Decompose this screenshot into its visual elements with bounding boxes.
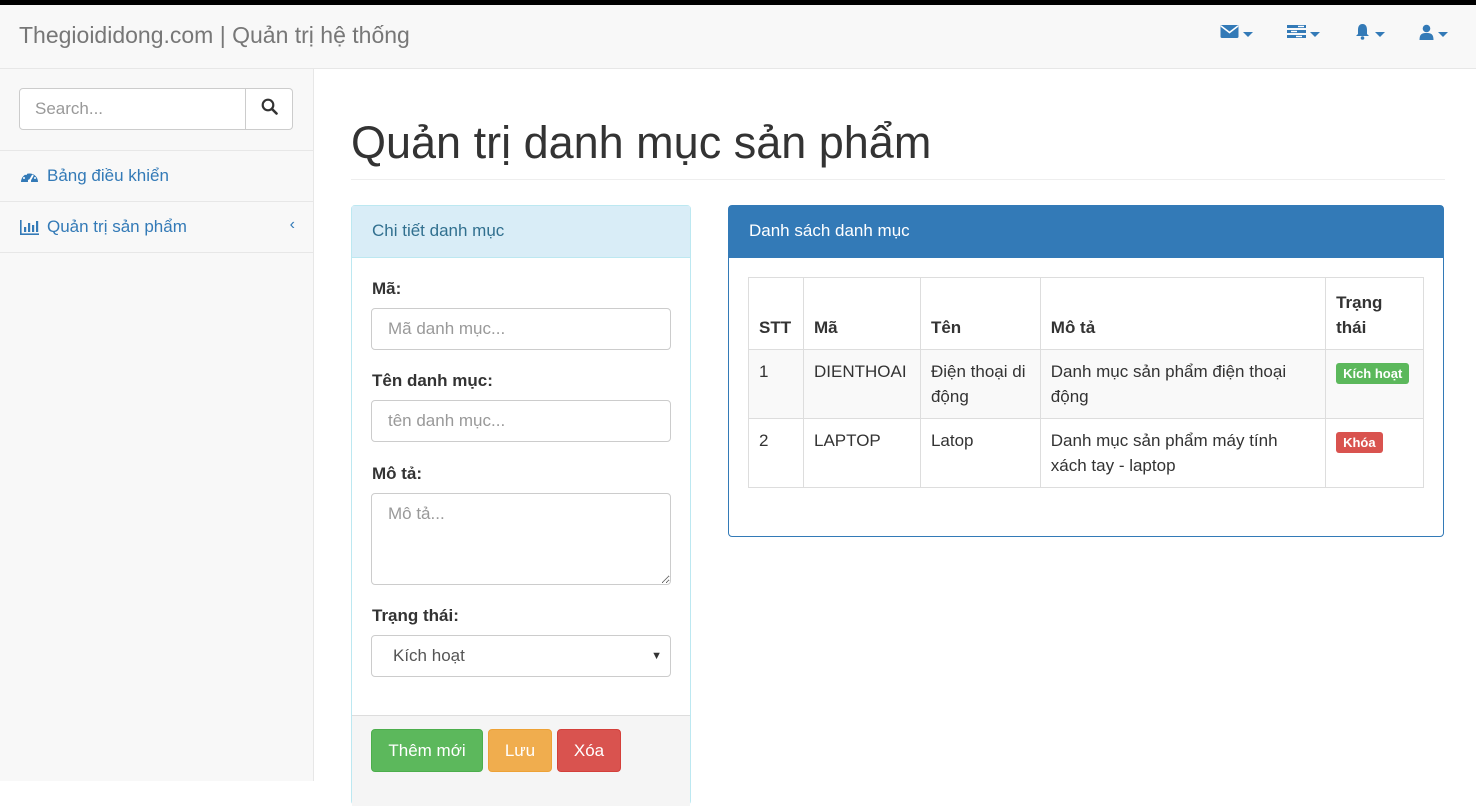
search-button[interactable] (246, 88, 293, 130)
sidebar-item-dashboard[interactable]: Bảng điều khiển (0, 151, 313, 202)
status-badge: Khóa (1336, 432, 1383, 453)
navbar-icons (1220, 23, 1448, 45)
search-input[interactable] (19, 88, 246, 130)
chevron-down-icon (1375, 31, 1385, 37)
alerts-dropdown[interactable] (1354, 23, 1385, 45)
table-row[interactable]: 2 LAPTOP Latop Danh mục sản phẩm máy tín… (748, 418, 1424, 488)
cell-name: Latop (919, 418, 1041, 488)
column-header-code: Mã (802, 277, 921, 350)
chevron-down-icon (1310, 31, 1320, 37)
description-label: Mô tả: (372, 464, 423, 483)
column-header-name: Tên (919, 277, 1041, 350)
search-group (19, 88, 293, 130)
panel-heading: Danh sách danh mục (729, 206, 1443, 258)
cell-description: Danh mục sản phẩm điện thoại động (1039, 349, 1327, 419)
brand-title[interactable]: Thegioididong.com | Quản trị hệ thống (19, 22, 410, 49)
column-header-stt: STT (748, 277, 804, 350)
user-dropdown[interactable] (1419, 23, 1448, 45)
tasks-dropdown[interactable] (1287, 23, 1320, 45)
status-badge: Kích hoạt (1336, 363, 1410, 384)
dashboard-icon (20, 169, 40, 184)
save-button[interactable]: Lưu (488, 729, 552, 772)
sidebar-menu: Bảng điều khiển Quản trị sản phẩm ‹ (0, 150, 313, 253)
chevron-down-icon (1243, 31, 1253, 37)
name-field[interactable] (371, 400, 671, 442)
cell-stt: 1 (748, 349, 804, 419)
status-select-value: Kích hoạt (393, 646, 465, 665)
title-divider (351, 179, 1445, 180)
user-icon (1419, 24, 1434, 45)
status-select[interactable]: Kích hoạt ▼ (371, 635, 671, 677)
cell-stt: 2 (748, 418, 804, 488)
table-row[interactable]: 1 DIENTHOAI Điện thoại di động Danh mục … (748, 349, 1424, 419)
sidebar-item-label: Quản trị sản phẩm (47, 217, 187, 236)
code-field[interactable] (371, 308, 671, 350)
cell-code: LAPTOP (802, 418, 921, 488)
messages-dropdown[interactable] (1220, 23, 1253, 45)
tasks-icon (1287, 24, 1306, 44)
add-button[interactable]: Thêm mới (371, 729, 483, 772)
category-table: STT Mã Tên Mô tả Trạng thái 1 DIENTHOAI … (748, 277, 1424, 488)
delete-button[interactable]: Xóa (557, 729, 621, 772)
category-list-panel: Danh sách danh mục STT Mã Tên Mô tả Trạn… (728, 205, 1444, 537)
status-label: Trạng thái: (372, 606, 459, 625)
cell-code: DIENTHOAI (802, 349, 921, 419)
description-field[interactable] (371, 493, 671, 585)
envelope-icon (1220, 24, 1239, 44)
name-label: Tên danh mục: (372, 371, 493, 390)
chevron-left-icon: ‹ (289, 216, 295, 233)
table-header-row: STT Mã Tên Mô tả Trạng thái (748, 277, 1424, 350)
cell-status: Kích hoạt (1325, 349, 1424, 419)
column-header-description: Mô tả (1039, 277, 1327, 350)
sidebar-item-products[interactable]: Quản trị sản phẩm ‹ (0, 202, 313, 253)
sidebar: Bảng điều khiển Quản trị sản phẩm ‹ (0, 69, 314, 781)
panel-footer: Thêm mới Lưu Xóa (352, 715, 690, 806)
code-label: Mã: (372, 279, 402, 298)
search-icon (261, 98, 278, 120)
category-detail-panel: Chi tiết danh mục Mã: Tên danh mục: Mô t… (351, 205, 691, 806)
page-title: Quản trị danh mục sản phẩm (351, 117, 932, 168)
dropdown-arrow-icon: ▼ (651, 650, 662, 662)
sidebar-item-label: Bảng điều khiển (47, 166, 169, 185)
chevron-down-icon (1438, 31, 1448, 37)
cell-name: Điện thoại di động (919, 349, 1041, 419)
bell-icon (1354, 23, 1371, 45)
cell-status: Khóa (1325, 418, 1424, 488)
bar-chart-icon (20, 219, 40, 235)
navbar: Thegioididong.com | Quản trị hệ thống (0, 5, 1476, 69)
column-header-status: Trạng thái (1325, 277, 1424, 350)
panel-heading: Chi tiết danh mục (352, 206, 690, 258)
cell-description: Danh mục sản phẩm máy tính xách tay - la… (1039, 418, 1327, 488)
